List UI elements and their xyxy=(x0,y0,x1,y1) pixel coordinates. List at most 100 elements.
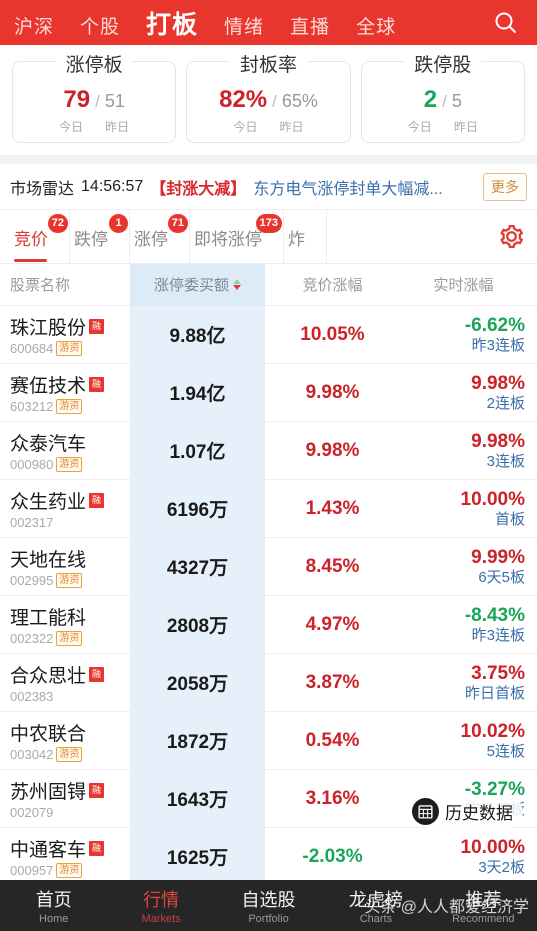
tab-4[interactable]: 炸 xyxy=(284,210,327,264)
cell-stock-name[interactable]: 苏州固锝融 002079 xyxy=(0,770,130,827)
stock-code: 002079 xyxy=(10,805,54,820)
cell-stock-name[interactable]: 众生药业融 002317 xyxy=(0,480,130,537)
stat-title: 跌停股 xyxy=(404,50,482,77)
table-row[interactable]: 珠江股份融 600684 游资 9.88亿 10.05% -6.62% 昨3连板 xyxy=(0,306,537,364)
stat-yesterday-value: 5 xyxy=(451,90,462,111)
bottom-nav-item-1[interactable]: 行情 Markets xyxy=(107,886,214,925)
cell-stock-name[interactable]: 众泰汽车 000980 游资 xyxy=(0,422,130,479)
stat-card-1[interactable]: 封板率 82%/65% 今日 昨日 xyxy=(186,50,351,143)
hot-money-badge: 游资 xyxy=(56,457,83,472)
hot-money-badge: 游资 xyxy=(56,747,83,762)
realtime-note: 5连板 xyxy=(486,742,525,760)
top-navigation-bar: 沪深 个股 打板 情绪 直播 全球 xyxy=(0,0,537,45)
table-row[interactable]: 众泰汽车 000980 游资 1.07亿 9.98% 9.98% 3连板 xyxy=(0,422,537,480)
hot-money-badge: 游资 xyxy=(56,399,83,414)
history-data-button[interactable]: 历史数据 xyxy=(409,795,523,828)
stat-separator: / xyxy=(95,91,100,111)
tab-0[interactable]: 竞价 72 xyxy=(14,210,70,264)
cell-stock-name[interactable]: 理工能科 002322 游资 xyxy=(0,596,130,653)
header-stock-name[interactable]: 股票名称 xyxy=(0,274,130,295)
bottom-nav-label-en: Markets xyxy=(141,913,181,925)
cell-stock-name[interactable]: 赛伍技术融 603212 游资 xyxy=(0,364,130,421)
realtime-note: 昨3连板 xyxy=(471,336,525,354)
table-row[interactable]: 中农联合 003042 游资 1872万 0.54% 10.02% 5连板 xyxy=(0,712,537,770)
bottom-nav-label-en: Portfolio xyxy=(248,913,289,925)
table-row[interactable]: 理工能科 002322 游资 2808万 4.97% -8.43% 昨3连板 xyxy=(0,596,537,654)
cell-realtime-change: -6.62% 昨3连板 xyxy=(400,306,537,363)
bottom-nav-item-4[interactable]: 推荐 Recommend xyxy=(430,886,537,925)
table-row[interactable]: 赛伍技术融 603212 游资 1.94亿 9.98% 9.98% 2连板 xyxy=(0,364,537,422)
tab-badge: 1 xyxy=(109,213,128,233)
realtime-percent: -8.43% xyxy=(464,604,525,626)
section-divider xyxy=(0,155,537,164)
cell-realtime-change: 10.00% 首板 xyxy=(400,480,537,537)
cell-stock-name[interactable]: 中农联合 003042 游资 xyxy=(0,712,130,769)
stock-name: 赛伍技术 xyxy=(10,376,87,397)
stock-name: 苏州固锝 xyxy=(10,782,87,803)
bottom-nav-item-3[interactable]: 龙虎榜 Charts xyxy=(322,886,429,925)
radar-more-button[interactable]: 更多 xyxy=(483,172,527,201)
top-nav-item-1[interactable]: 个股 xyxy=(80,12,120,39)
stat-yesterday-label: 昨日 xyxy=(453,119,478,134)
filter-tabs-bar: 竞价 72 跌停 1 涨停 71 即将涨停 173 炸 xyxy=(0,210,537,264)
stock-code: 000957 xyxy=(10,863,54,878)
margin-trading-badge: 融 xyxy=(89,493,105,508)
stock-name: 中通客车 xyxy=(10,840,87,861)
header-realtime-change[interactable]: 实时涨幅 xyxy=(400,274,537,295)
top-nav-item-5[interactable]: 全球 xyxy=(356,12,396,39)
radar-headline[interactable]: 东方电气涨停封单大幅减... xyxy=(253,175,476,199)
stock-name: 合众思壮 xyxy=(10,666,87,687)
stat-today-label: 今日 xyxy=(59,119,84,134)
margin-trading-badge: 融 xyxy=(89,783,105,798)
sort-indicator-icon[interactable] xyxy=(233,279,241,290)
table-row[interactable]: 天地在线 002995 游资 4327万 8.45% 9.99% 6天5板 xyxy=(0,538,537,596)
header-bid-change[interactable]: 竞价涨幅 xyxy=(265,274,400,295)
stat-today-value: 2 xyxy=(423,85,438,113)
stock-name: 理工能科 xyxy=(10,608,87,629)
stat-values: 2/5 xyxy=(424,86,462,114)
gear-icon[interactable] xyxy=(491,210,531,263)
top-nav-item-0[interactable]: 沪深 xyxy=(14,12,54,39)
realtime-percent: 10.02% xyxy=(460,720,525,742)
top-nav-item-4[interactable]: 直播 xyxy=(290,12,330,39)
table-row[interactable]: 合众思壮融 002383 2058万 3.87% 3.75% 昨日首板 xyxy=(0,654,537,712)
bottom-nav-item-0[interactable]: 首页 Home xyxy=(0,886,107,925)
realtime-note: 3天2板 xyxy=(478,858,525,876)
stock-name-line: 理工能科 xyxy=(10,603,130,630)
bottom-nav-label-cn: 推荐 xyxy=(465,890,502,910)
cell-stock-name[interactable]: 珠江股份融 600684 游资 xyxy=(0,306,130,363)
cell-realtime-change: 3.75% 昨日首板 xyxy=(400,654,537,711)
stock-code-line: 002317 xyxy=(10,515,130,530)
table-row[interactable]: 众生药业融 002317 6196万 1.43% 10.00% 首板 xyxy=(0,480,537,538)
header-limit-buy-amount[interactable]: 涨停委买额 xyxy=(130,263,265,306)
cell-bid-change: -2.03% xyxy=(302,845,363,867)
cell-stock-name[interactable]: 合众思壮融 002383 xyxy=(0,654,130,711)
cell-realtime-change: 10.02% 5连板 xyxy=(400,712,537,769)
hot-money-badge: 游资 xyxy=(56,573,83,588)
realtime-percent: 9.98% xyxy=(471,372,525,394)
stock-code: 600684 xyxy=(10,341,54,356)
stock-code: 002383 xyxy=(10,689,54,704)
stat-card-2[interactable]: 跌停股 2/5 今日 昨日 xyxy=(360,50,525,143)
search-icon[interactable] xyxy=(489,6,523,40)
stock-code: 002322 xyxy=(10,631,54,646)
stat-today-value: 79 xyxy=(63,85,91,113)
stat-card-0[interactable]: 涨停板 79/51 今日 昨日 xyxy=(12,50,177,143)
tab-2[interactable]: 涨停 71 xyxy=(130,210,190,264)
cell-limit-buy-amount: 1872万 xyxy=(130,712,265,769)
tab-3[interactable]: 即将涨停 173 xyxy=(190,210,284,264)
realtime-percent: -6.62% xyxy=(464,314,525,336)
stock-code-line: 002383 xyxy=(10,689,130,704)
bottom-nav-label-en: Charts xyxy=(359,913,393,925)
stock-name-line: 合众思壮融 xyxy=(10,661,130,688)
top-nav-item-2[interactable]: 打板 xyxy=(146,5,198,41)
top-nav-item-3[interactable]: 情绪 xyxy=(224,12,264,39)
margin-trading-badge: 融 xyxy=(89,377,105,392)
market-radar-bar[interactable]: 市场雷达 14:56:57 【封涨大减】 东方电气涨停封单大幅减... 更多 xyxy=(0,164,537,210)
bottom-nav-item-2[interactable]: 自选股 Portfolio xyxy=(215,886,322,925)
realtime-note: 昨日首板 xyxy=(464,684,525,702)
cell-stock-name[interactable]: 中通客车融 000957 游资 xyxy=(0,828,130,885)
tab-1[interactable]: 跌停 1 xyxy=(70,210,130,264)
table-row[interactable]: 中通客车融 000957 游资 1625万 -2.03% 10.00% 3天2板 xyxy=(0,828,537,886)
cell-stock-name[interactable]: 天地在线 002995 游资 xyxy=(0,538,130,595)
